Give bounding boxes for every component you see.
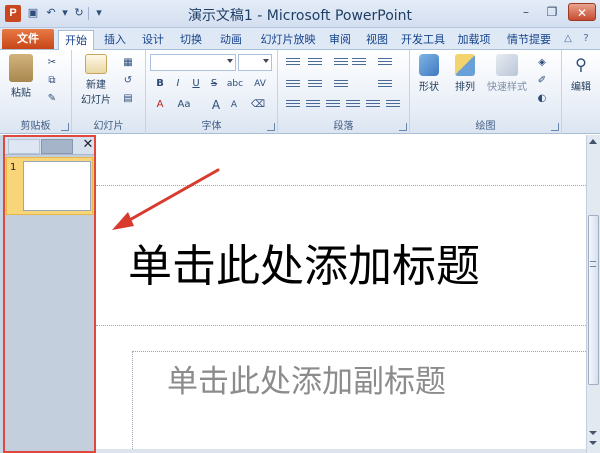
arrow-head	[112, 212, 134, 230]
arrow-shaft	[124, 168, 220, 224]
annotation-arrow-icon	[112, 168, 220, 230]
